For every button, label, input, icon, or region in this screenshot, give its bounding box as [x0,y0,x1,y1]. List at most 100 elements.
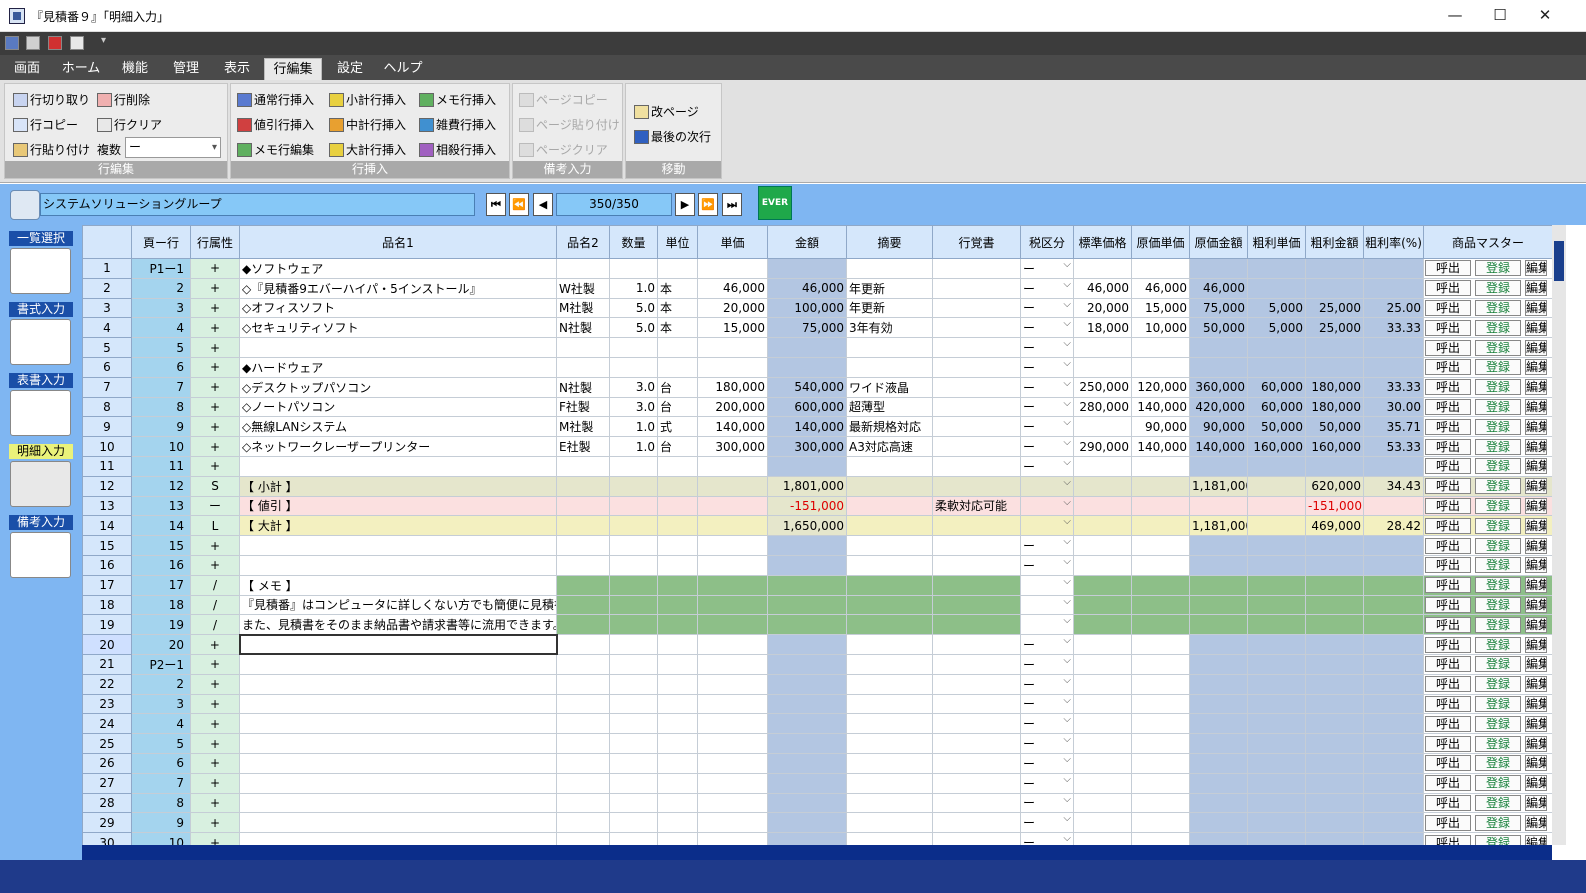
prev-icon[interactable]: ◀ [533,193,553,216]
cell-tax[interactable] [1020,594,1074,616]
cell-summary[interactable]: ワイド液晶 [846,376,933,398]
edit-button[interactable]: 編集 [1525,596,1547,613]
call-button[interactable]: 呼出 [1425,517,1471,534]
register-button[interactable]: 登録 [1475,478,1521,495]
cell-name1[interactable]: ◆ハードウェア [239,356,557,378]
cell-cost-amount[interactable]: 1,181,000 [1189,515,1248,537]
edit-button[interactable]: 編集 [1525,478,1547,495]
cell-gross-amount[interactable] [1305,554,1364,576]
row-number[interactable]: 26 [82,752,132,774]
cell-price[interactable] [697,258,768,279]
cell-std-price[interactable] [1073,337,1132,358]
cell-page-row[interactable]: 19 [131,614,191,636]
call-button[interactable]: 呼出 [1425,676,1471,693]
cell-unit[interactable] [657,673,698,695]
cell-price[interactable]: 20,000 [697,297,768,319]
col-header-unit[interactable]: 単位 [657,225,698,259]
cell-note[interactable] [932,733,1021,754]
cell-unit[interactable] [657,693,698,715]
edit-button[interactable]: 編集 [1525,319,1547,336]
cell-gross-amount[interactable] [1305,772,1364,794]
cell-name2[interactable] [556,574,610,596]
remarks-input-button[interactable] [10,532,71,578]
cell-amount[interactable] [767,792,847,814]
call-button[interactable]: 呼出 [1425,596,1471,613]
call-button[interactable]: 呼出 [1425,695,1471,712]
cell-attr[interactable]: + [190,337,240,358]
cell-std-price[interactable] [1073,574,1132,596]
cell-gross-rate[interactable] [1363,653,1424,675]
row-number[interactable]: 5 [82,337,132,358]
table-row[interactable]: 1818/『見積番』はコンピュータに詳しくない方でも簡便に見積書を作成呼出登録編… [82,594,1552,616]
table-row[interactable]: 44+◇セキュリティソフトN社製5.0本15,00075,0003年有効ー18,… [82,317,1552,339]
call-button[interactable]: 呼出 [1425,755,1471,772]
cell-name1[interactable]: 【 メモ 】 [239,574,557,596]
cell-summary[interactable] [846,554,933,576]
edit-button[interactable]: 編集 [1525,834,1547,845]
minimize-button[interactable]: — [1432,0,1478,32]
row-number[interactable]: 6 [82,356,132,378]
cell-cost-price[interactable] [1131,574,1190,596]
cell-gross-unit[interactable] [1247,752,1306,774]
cell-gross-amount[interactable] [1305,455,1364,477]
pdf-icon[interactable] [48,36,62,50]
cell-unit[interactable]: 台 [657,436,698,457]
cell-attr[interactable]: + [190,713,240,735]
cell-qty[interactable] [609,713,658,735]
call-button[interactable]: 呼出 [1425,834,1471,845]
cell-gross-amount[interactable]: -151,000 [1305,495,1364,517]
cell-cost-amount[interactable]: 46,000 [1189,277,1248,299]
cell-summary[interactable] [846,752,933,774]
table-row[interactable]: 9 9 + ◇無線LANシステム M社製 1.0 式 140,000 140,000 最新規格対応… [82,416,1552,438]
cell-tax[interactable] [1020,574,1074,596]
row-number[interactable]: 16 [82,554,132,576]
row-number[interactable]: 19 [82,614,132,636]
tab-home[interactable]: ホーム [56,58,106,80]
row-number[interactable]: 22 [82,673,132,695]
cell-price[interactable] [697,832,768,845]
cell-gross-rate[interactable] [1363,792,1424,814]
cell-note[interactable] [932,594,1021,616]
cell-qty[interactable] [609,515,658,537]
page-indicator[interactable]: 350/350 [556,193,672,216]
row-number[interactable]: 29 [82,812,132,834]
call-button[interactable]: 呼出 [1425,458,1471,475]
tab-row-edit[interactable]: 行編集 [264,58,322,80]
cell-name1[interactable]: 『見積番』はコンピュータに詳しくない方でも簡便に見積書を作成 [239,594,557,616]
call-button[interactable]: 呼出 [1425,775,1471,792]
cell-note[interactable] [932,356,1021,378]
cell-cost-price[interactable] [1131,455,1190,477]
cell-name1[interactable]: ◇セキュリティソフト [239,317,557,339]
cell-cost-amount[interactable] [1189,594,1248,616]
edit-button[interactable]: 編集 [1525,577,1547,594]
cell-attr[interactable]: + [190,733,240,754]
cell-price[interactable] [697,594,768,616]
cell-gross-unit[interactable] [1247,653,1306,675]
cell-tax[interactable]: ー [1020,554,1074,576]
cell-unit[interactable] [657,515,698,537]
cell-cost-price[interactable] [1131,792,1190,814]
edit-button[interactable]: 編集 [1525,715,1547,732]
cell-gross-amount[interactable]: 25,000 [1305,317,1364,339]
cell-cost-amount[interactable]: 1,181,000 [1189,475,1248,497]
cell-cost-amount[interactable] [1189,535,1248,556]
cell-summary[interactable] [846,693,933,715]
cell-gross-rate[interactable]: 35.71 [1363,416,1424,438]
cell-tax[interactable]: ー [1020,297,1074,319]
cell-gross-rate[interactable] [1363,752,1424,774]
cell-gross-rate[interactable] [1363,554,1424,576]
insert-normal-row-button[interactable]: 通常行挿入 [237,90,314,110]
edit-memo-row-button[interactable]: メモ行編集 [237,140,314,160]
cell-page-row[interactable]: 7 [131,772,191,794]
cell-cost-price[interactable] [1131,495,1190,517]
cell-qty[interactable] [609,574,658,596]
cell-std-price[interactable] [1073,594,1132,616]
table-row[interactable]: 21P2ー1+ ー 呼出登録編集 [82,653,1552,675]
cell-cost-amount[interactable] [1189,713,1248,735]
cell-gross-unit[interactable] [1247,693,1306,715]
row-number[interactable]: 30 [82,832,132,845]
table-row[interactable]: 55+ー呼出登録編集 [82,337,1552,358]
cell-unit[interactable] [657,356,698,378]
cell-note[interactable] [932,258,1021,279]
cell-name2[interactable] [556,752,610,774]
